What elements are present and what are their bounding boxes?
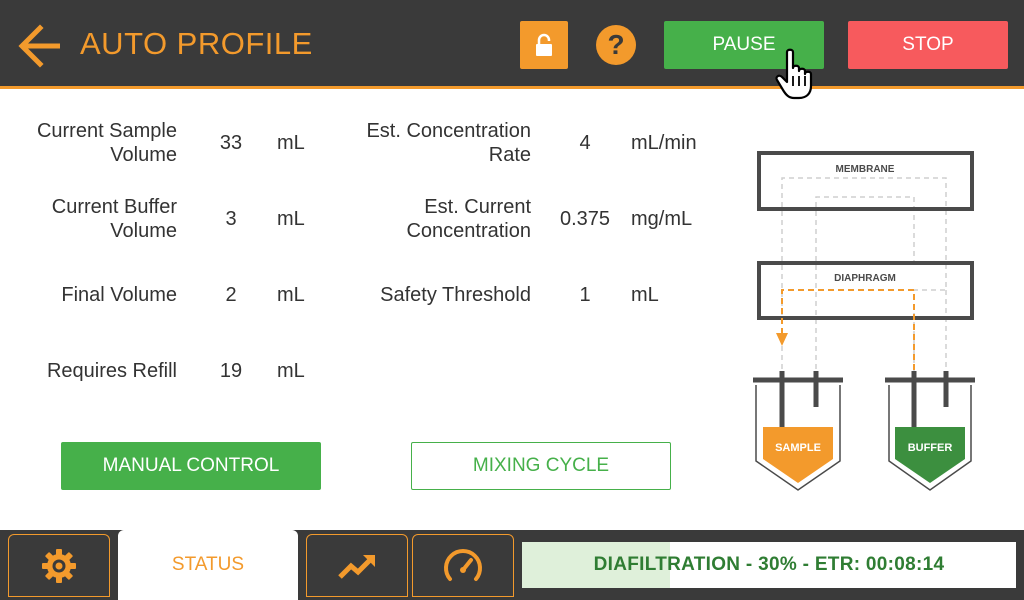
tab-gauge[interactable] bbox=[412, 534, 514, 597]
back-arrow-icon[interactable] bbox=[16, 24, 64, 68]
sample-flow-line bbox=[781, 289, 915, 370]
footer-bar: STATUS DIAFILTRATION - 30% - ETR: 00:08:… bbox=[0, 530, 1024, 600]
current-buffer-volume-value: 3 bbox=[225, 208, 237, 230]
final-volume-label: Final Volume bbox=[61, 284, 177, 306]
safety-threshold-value: 1 bbox=[579, 284, 591, 306]
membrane-label: MEMBRANE bbox=[836, 164, 895, 175]
speedometer-icon bbox=[444, 548, 482, 581]
final-volume-value: 2 bbox=[225, 284, 237, 306]
buffer-label: BUFFER bbox=[908, 442, 953, 454]
tab-status[interactable]: STATUS bbox=[118, 530, 298, 600]
current-buffer-volume-unit: mL bbox=[277, 208, 305, 230]
est-current-concentration-value: 0.375 bbox=[559, 208, 611, 230]
requires-refill-value: 19 bbox=[219, 360, 243, 382]
est-concentration-rate-unit: mL/min bbox=[631, 132, 697, 154]
hand-pointer-icon bbox=[775, 48, 819, 100]
requires-refill-label: Requires Refill bbox=[46, 360, 177, 382]
safety-threshold-label: Safety Threshold bbox=[380, 284, 531, 306]
requires-refill-unit: mL bbox=[277, 360, 305, 382]
page-title: AUTO PROFILE bbox=[80, 26, 313, 61]
safety-threshold-unit: mL bbox=[631, 284, 659, 306]
progress-status-text: DIAFILTRATION - 30% - ETR: 00:08:14 bbox=[593, 554, 945, 575]
tab-settings[interactable] bbox=[8, 534, 110, 597]
mixing-cycle-button[interactable]: MIXING CYCLE bbox=[411, 442, 671, 490]
lock-icon bbox=[536, 33, 552, 56]
est-concentration-rate-value: 4 bbox=[579, 132, 591, 154]
sample-label: SAMPLE bbox=[775, 442, 821, 454]
trend-up-icon bbox=[338, 554, 375, 579]
final-volume-unit: mL bbox=[277, 284, 305, 306]
current-sample-volume-value: 33 bbox=[219, 132, 243, 154]
membrane-box bbox=[757, 151, 974, 211]
lock-button[interactable] bbox=[520, 21, 568, 69]
est-current-concentration-label: Est. Current Concentration bbox=[406, 196, 531, 242]
manual-control-button[interactable]: MANUAL CONTROL bbox=[61, 442, 321, 490]
flow-arrow-icon bbox=[776, 333, 788, 346]
diaphragm-label: DIAPHRAGM bbox=[834, 273, 896, 284]
header-bar: AUTO PROFILE ? PAUSE STOP bbox=[0, 0, 1024, 89]
tab-trend[interactable] bbox=[306, 534, 408, 597]
gear-icon bbox=[42, 548, 76, 583]
current-sample-volume-unit: mL bbox=[277, 132, 305, 154]
progress-bar: DIAFILTRATION - 30% - ETR: 00:08:14 bbox=[522, 542, 1016, 588]
current-sample-volume-label: Current Sample Volume bbox=[36, 120, 177, 166]
stop-button[interactable]: STOP bbox=[848, 21, 1008, 69]
current-buffer-volume-label: Current Buffer Volume bbox=[51, 196, 177, 242]
help-button[interactable]: ? bbox=[596, 25, 636, 65]
est-concentration-rate-label: Est. Concentration Rate bbox=[366, 120, 531, 166]
flow-diagram: MEMBRANE DIAPHRAGM SAMPLE BUFFER bbox=[748, 145, 984, 495]
est-current-concentration-unit: mg/mL bbox=[631, 208, 693, 230]
